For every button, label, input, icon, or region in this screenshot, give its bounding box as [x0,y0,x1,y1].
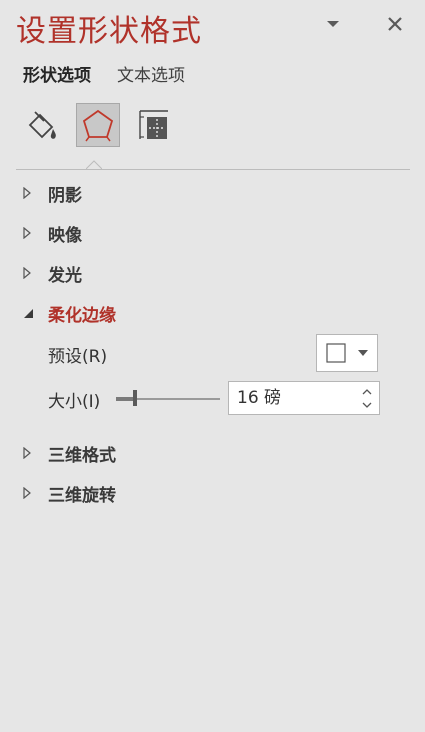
section-label: 三维旋转 [48,485,116,506]
slider-start-cap [116,397,133,401]
task-pane-options-button[interactable] [321,10,345,38]
chevron-down-icon [362,402,372,408]
close-button[interactable] [383,10,407,38]
size-properties-button[interactable] [132,103,176,147]
section-label: 发光 [48,265,82,286]
category-divider [16,169,410,170]
chevron-down-icon [327,21,339,27]
chevron-up-icon [362,388,372,394]
expand-arrow-icon [22,487,42,499]
pentagon-icon [82,109,114,142]
chevron-down-icon [358,350,368,356]
expand-arrow-icon [22,447,42,459]
expand-arrow-icon [22,267,42,279]
section-label: 阴影 [48,185,82,206]
option-tabs: 形状选项 文本选项 [23,64,185,88]
section-glow[interactable]: 发光 [22,260,82,286]
square-outline-icon [326,343,346,363]
expand-arrow-icon [22,227,42,239]
category-icon-row [20,103,188,147]
collapse-arrow-icon [22,307,42,319]
section-soft-edges[interactable]: 柔化边缘 [22,300,116,326]
section-shadow[interactable]: 阴影 [22,180,82,206]
fill-line-button[interactable] [20,103,64,147]
size-slider[interactable] [116,386,220,410]
size-value[interactable]: 16 磅 [237,382,281,414]
pane-title: 设置形状格式 [16,14,202,49]
section-3d-format[interactable]: 三维格式 [22,440,116,466]
expand-arrow-icon [22,187,42,199]
decrement-button[interactable] [359,398,375,412]
selected-category-pointer [86,160,102,170]
size-properties-icon [139,110,168,139]
section-3d-rotation[interactable]: 三维旋转 [22,480,116,506]
section-reflection[interactable]: 映像 [22,220,82,246]
size-label: 大小(I) [48,392,101,412]
close-icon [388,17,402,31]
size-spinner[interactable]: 16 磅 [228,381,380,415]
preset-label: 预设(R) [48,347,108,367]
section-label: 柔化边缘 [48,305,116,326]
increment-button[interactable] [359,384,375,398]
section-label: 三维格式 [48,445,116,466]
effects-button[interactable] [76,103,120,147]
slider-thumb[interactable] [133,390,137,406]
section-label: 映像 [48,225,82,246]
tab-shape-options[interactable]: 形状选项 [23,64,91,88]
fill-line-icon [28,111,56,139]
tab-text-options[interactable]: 文本选项 [117,64,185,88]
preset-dropdown[interactable] [316,334,378,372]
